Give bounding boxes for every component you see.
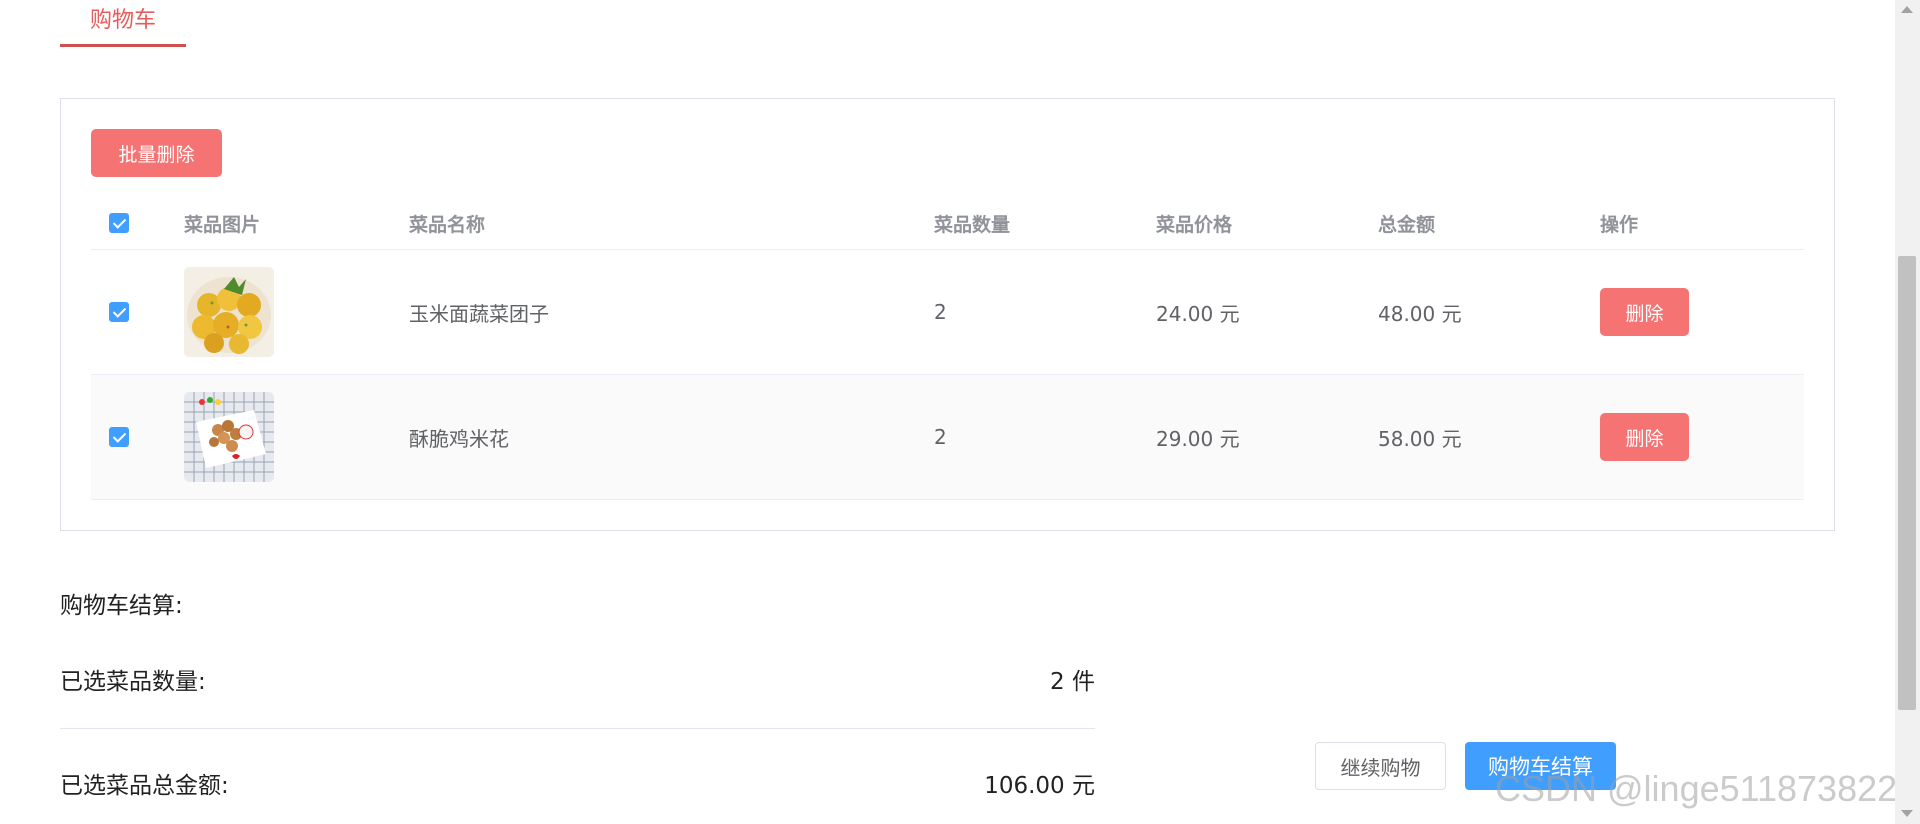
delete-button[interactable]: 删除	[1600, 288, 1689, 336]
cart-panel: 批量删除 菜品图片 菜品名称 菜品数量 菜品价格 总金额 操作 玉米面蔬菜团子 …	[60, 98, 1835, 531]
dish-total: 48.00 元	[1378, 301, 1462, 326]
delete-button[interactable]: 删除	[1600, 413, 1689, 461]
scroll-up-arrow-icon[interactable]	[1901, 6, 1913, 13]
checkout-button[interactable]: 购物车结算	[1465, 742, 1616, 790]
table-row: 酥脆鸡米花 2 29.00 元 58.00 元 删除	[91, 375, 1804, 500]
table-header: 菜品图片 菜品名称 菜品数量 菜品价格 总金额 操作	[91, 197, 1804, 250]
dish-quantity: 2	[934, 425, 947, 449]
column-header-quantity: 菜品数量	[934, 213, 1011, 236]
selected-count-row: 已选菜品数量: 2 件	[60, 662, 1095, 729]
dish-price: 29.00 元	[1156, 426, 1240, 451]
selected-count-label: 已选菜品数量:	[60, 669, 206, 695]
tab-bar: 购物车	[60, 0, 187, 53]
tab-cart[interactable]: 购物车	[60, 0, 187, 47]
selected-count-value: 2 件	[1050, 669, 1095, 695]
settlement-title: 购物车结算:	[60, 593, 183, 619]
selected-total-value: 106.00 元	[984, 773, 1095, 799]
dish-name: 酥脆鸡米花	[409, 426, 509, 451]
table-row: 玉米面蔬菜团子 2 24.00 元 48.00 元 删除	[91, 250, 1804, 375]
column-header-name: 菜品名称	[409, 213, 486, 236]
row-checkbox[interactable]	[109, 427, 129, 447]
row-checkbox[interactable]	[109, 302, 129, 322]
dish-name: 玉米面蔬菜团子	[409, 301, 549, 326]
scrollbar-thumb[interactable]	[1898, 256, 1916, 710]
column-header-price: 菜品价格	[1156, 213, 1233, 236]
dish-quantity: 2	[934, 300, 947, 324]
selected-total-label: 已选菜品总金额:	[60, 773, 229, 799]
column-header-total: 总金额	[1378, 213, 1436, 236]
continue-shopping-button[interactable]: 继续购物	[1315, 742, 1446, 790]
selected-total-row: 已选菜品总金额: 106.00 元	[60, 766, 1095, 800]
dish-total: 58.00 元	[1378, 426, 1462, 451]
column-header-action: 操作	[1600, 213, 1639, 236]
scroll-down-arrow-icon[interactable]	[1901, 810, 1913, 817]
select-all-checkbox[interactable]	[109, 213, 129, 233]
column-header-image: 菜品图片	[184, 213, 261, 236]
dish-image-corn-balls	[184, 267, 274, 357]
dish-image-popcorn-chicken	[184, 392, 274, 482]
cart-table: 菜品图片 菜品名称 菜品数量 菜品价格 总金额 操作 玉米面蔬菜团子 2 24.…	[91, 197, 1804, 500]
dish-price: 24.00 元	[1156, 301, 1240, 326]
batch-delete-button[interactable]: 批量删除	[91, 129, 222, 177]
